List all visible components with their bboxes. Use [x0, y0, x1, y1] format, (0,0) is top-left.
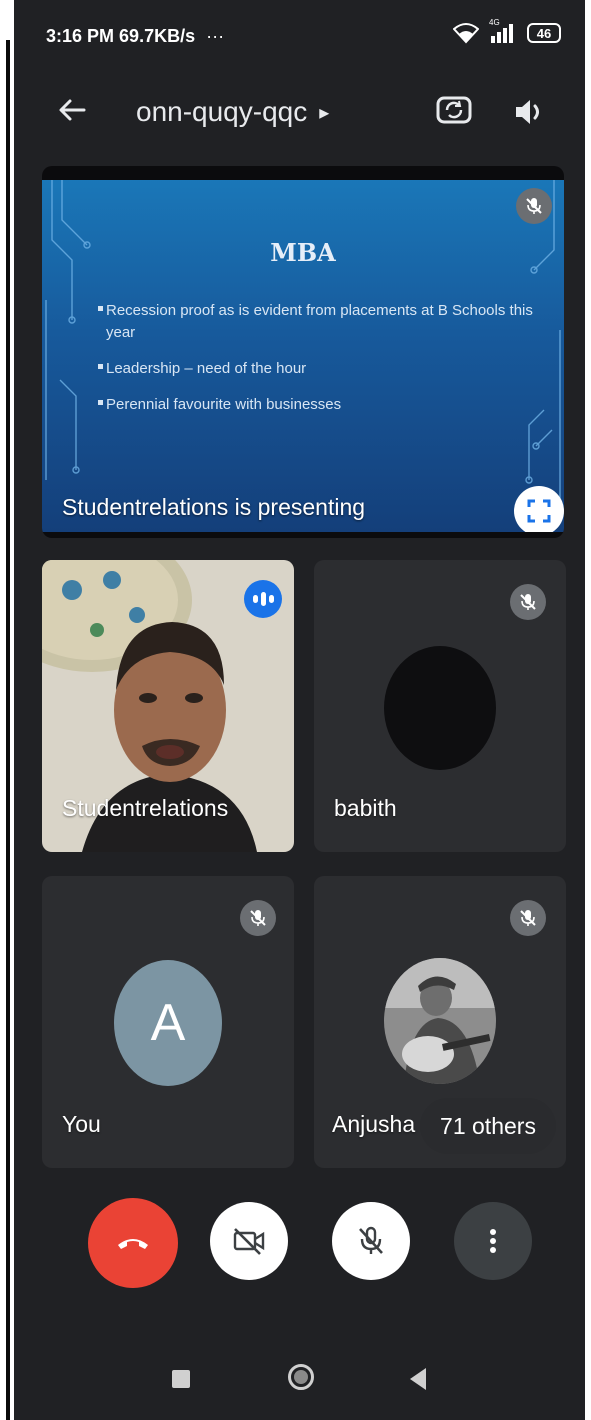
edge-divider [6, 40, 10, 1420]
slide-bullet: Perennial favourite with businesses [98, 394, 538, 416]
screenshot-left-edge [0, 0, 14, 1420]
status-time: 3:16 PM [46, 26, 115, 46]
status-more-indicator: ··· [206, 26, 225, 46]
shared-slide: MBA Recession proof as is evident from p… [42, 180, 564, 532]
system-nav-bar [14, 1330, 585, 1420]
switch-camera-icon[interactable] [432, 88, 476, 132]
presentation-tile[interactable]: MBA Recession proof as is evident from p… [42, 166, 564, 538]
mic-off-icon [520, 594, 536, 610]
avatar-letter: A [150, 994, 186, 1052]
participant-name: You [62, 1111, 101, 1137]
home-icon[interactable] [288, 1364, 314, 1390]
battery-level: 46 [536, 25, 552, 41]
participant-tile-you[interactable]: A You [42, 876, 294, 1168]
network-type-label: 4G [489, 18, 500, 27]
camera-off-icon [233, 1228, 265, 1255]
participant-name: Anjusha [332, 1111, 416, 1137]
speaker-icon[interactable] [509, 92, 549, 132]
presentation-mic-off-badge [516, 188, 552, 224]
status-time-speed: 3:16 PM 69.7KB/s ··· [46, 26, 224, 47]
app-bar: onn-quqy-qqc ▸ [14, 70, 585, 156]
mic-off-icon [526, 198, 542, 214]
participant-name: Studentrelations [62, 795, 229, 821]
fullscreen-icon [527, 499, 551, 523]
meeting-code-button[interactable]: onn-quqy-qqc ▸ [136, 96, 329, 128]
participant-tile-babith[interactable]: babith [314, 560, 566, 852]
avatar: A [114, 960, 222, 1086]
slide-bullet: Leadership – need of the hour [98, 358, 538, 380]
fullscreen-button[interactable] [514, 486, 564, 532]
slide-bullet: Recession proof as is evident from place… [98, 300, 538, 344]
slide-title: MBA [270, 238, 336, 267]
status-right: 4G 46 [453, 18, 561, 44]
nav-back-icon[interactable] [410, 1368, 426, 1390]
mic-off-icon [250, 910, 266, 926]
end-call-button[interactable] [88, 1198, 178, 1288]
meeting-code: onn-quqy-qqc [136, 96, 308, 127]
participant-tile-studentrelations[interactable]: Studentrelations [42, 560, 294, 852]
mic-off-icon [520, 910, 536, 926]
mic-off-button[interactable] [332, 1202, 410, 1280]
meeting-code-chevron-icon: ▸ [319, 101, 330, 124]
slide-bullets: Recession proof as is evident from place… [98, 300, 538, 430]
back-arrow-icon[interactable] [52, 90, 92, 130]
avatar [384, 958, 496, 1084]
presenting-label: Studentrelations is presenting [62, 494, 366, 520]
status-bar: 3:16 PM 69.7KB/s ··· 4G 46 [14, 0, 585, 70]
mic-off-badge [240, 900, 276, 936]
wifi-icon [453, 23, 479, 44]
mic-off-badge [510, 584, 546, 620]
status-network-speed: 69.7KB/s [119, 26, 196, 46]
participant-name: babith [334, 795, 397, 821]
end-call-icon [118, 1239, 148, 1249]
signal-group: 4G [489, 18, 517, 44]
mic-off-icon [359, 1226, 383, 1254]
more-options-button[interactable] [454, 1202, 532, 1280]
speaking-indicator-icon [244, 580, 282, 618]
camera-off-button[interactable] [210, 1202, 288, 1280]
avatar [384, 646, 496, 770]
battery-icon: 46 [527, 23, 561, 43]
meet-screen: 3:16 PM 69.7KB/s ··· 4G 46 onn-quqy-qqc … [14, 0, 585, 1420]
recents-icon[interactable] [172, 1370, 190, 1388]
mic-off-badge [510, 900, 546, 936]
more-vert-icon [490, 1229, 496, 1253]
others-chip[interactable]: 71 others [420, 1098, 556, 1154]
